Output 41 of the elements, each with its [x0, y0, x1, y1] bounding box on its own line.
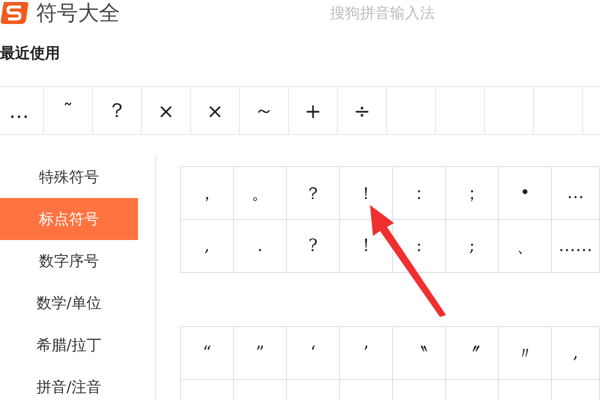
symbol-key[interactable]: “ [202, 343, 212, 363]
symbol-key[interactable]: . [257, 236, 263, 256]
symbol-key[interactable]: 〃 [516, 342, 534, 364]
category-tab[interactable]: 数字序号 [0, 240, 138, 282]
category-tab[interactable]: 特殊符号 [0, 156, 138, 198]
symbol-key[interactable]: 〝 [410, 342, 428, 364]
symbol-key[interactable]: ？ [107, 97, 127, 124]
symbol-key[interactable]: ’ [363, 343, 369, 363]
symbol-key[interactable]: 〞 [464, 342, 480, 364]
app-title: 符号大全 [36, 0, 120, 26]
symbol-key[interactable]: ， [198, 182, 216, 204]
symbol-key[interactable]: ” [256, 343, 264, 363]
symbol-key[interactable]: ？ [304, 182, 322, 204]
symbol-key[interactable]: 。 [252, 182, 268, 204]
category-tab[interactable]: 拼音/注音 [0, 366, 138, 400]
symbol-key[interactable]: ; [469, 236, 475, 256]
app-subtitle: 搜狗拼音输入法 [330, 4, 435, 22]
symbol-key[interactable]: ? [308, 236, 318, 256]
section-title: 最近使用 [0, 44, 61, 64]
symbol-key[interactable]: ! [362, 236, 370, 256]
symbol-key[interactable]: + [304, 98, 322, 122]
symbol-key[interactable]: ： [410, 182, 428, 204]
symbol-key[interactable]: • [520, 183, 530, 203]
symbol-key[interactable]: … [567, 183, 584, 203]
symbol-key[interactable]: ～ [254, 97, 274, 124]
symbol-key[interactable]: ‘ [310, 343, 316, 363]
symbol-key[interactable]: , [204, 236, 210, 256]
symbol-key[interactable]: ； [464, 182, 480, 204]
symbol-key[interactable]: 、 [516, 234, 534, 258]
symbol-key[interactable]: ！ [358, 182, 374, 204]
symbol-key[interactable]: … [9, 98, 29, 122]
symbol-key[interactable]: : [416, 236, 422, 256]
logo-icon [0, 2, 30, 24]
symbol-key[interactable]: ˜ [63, 98, 73, 122]
category-tab[interactable]: 数学/单位 [0, 282, 138, 324]
symbol-key[interactable]: …… [558, 236, 592, 256]
symbol-key[interactable]: × [206, 98, 224, 122]
symbol-key[interactable]: ÷ [354, 98, 370, 122]
symbol-key[interactable]: ‚ [572, 343, 578, 363]
category-tab[interactable]: 希腊/拉丁 [0, 324, 138, 366]
symbol-key[interactable]: × [158, 98, 174, 122]
